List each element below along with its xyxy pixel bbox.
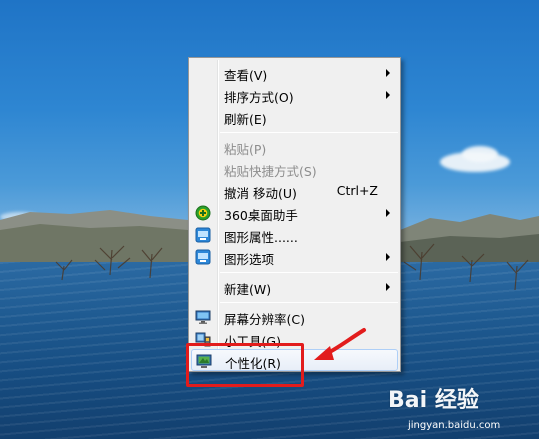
graphics-properties-icon [195, 227, 211, 243]
menu-separator [220, 132, 398, 133]
menu-item-label: 图形属性...... [224, 230, 298, 245]
menu-item-refresh[interactable]: 刷新(E) [191, 106, 398, 128]
menu-item-label: 刷新(E) [224, 112, 267, 127]
menu-item-view[interactable]: 查看(V) [191, 62, 398, 84]
menu-item-shortcut: Ctrl+Z [336, 183, 378, 198]
menu-item-graphics-options[interactable]: 图形选项 [191, 246, 398, 268]
submenu-arrow-icon [386, 209, 390, 217]
menu-item-label: 屏幕分辨率(C) [224, 312, 305, 327]
submenu-arrow-icon [386, 69, 390, 77]
menu-item-undo-move[interactable]: 撤消 移动(U) Ctrl+Z [191, 180, 398, 202]
360-assistant-icon [195, 205, 211, 221]
watermark-logo: Bai 经验 [388, 388, 479, 413]
menu-item-label: 排序方式(O) [224, 90, 294, 105]
menu-item-label: 新建(W) [224, 282, 272, 297]
menu-item-label: 360桌面助手 [224, 208, 298, 223]
submenu-arrow-icon [386, 253, 390, 261]
graphics-options-icon [195, 249, 211, 265]
menu-item-label: 查看(V) [224, 68, 268, 83]
annotation-highlight-box [186, 343, 304, 387]
submenu-arrow-icon [386, 91, 390, 99]
menu-item-paste-shortcut: 粘贴快捷方式(S) [191, 158, 398, 180]
menu-item-new[interactable]: 新建(W) [191, 276, 398, 298]
menu-item-label: 粘贴(P) [224, 142, 267, 157]
menu-item-360-desktop-assistant[interactable]: 360桌面助手 [191, 202, 398, 224]
submenu-arrow-icon [386, 283, 390, 291]
menu-item-sort-by[interactable]: 排序方式(O) [191, 84, 398, 106]
menu-item-paste: 粘贴(P) [191, 136, 398, 158]
screen-resolution-icon [195, 310, 211, 324]
baidu-jingyan-watermark: Bai 经验 jingyan.baidu.com [388, 382, 536, 436]
cloud [462, 146, 498, 162]
annotation-arrow-icon [314, 328, 366, 360]
menu-item-label: 粘贴快捷方式(S) [224, 164, 317, 179]
menu-item-label: 图形选项 [224, 252, 275, 267]
menu-separator [220, 272, 398, 273]
watermark-url: jingyan.baidu.com [408, 420, 501, 431]
menu-separator [220, 302, 398, 303]
menu-item-graphics-properties[interactable]: 图形属性...... [191, 224, 398, 246]
menu-item-label: 撤消 移动(U) [224, 186, 297, 201]
